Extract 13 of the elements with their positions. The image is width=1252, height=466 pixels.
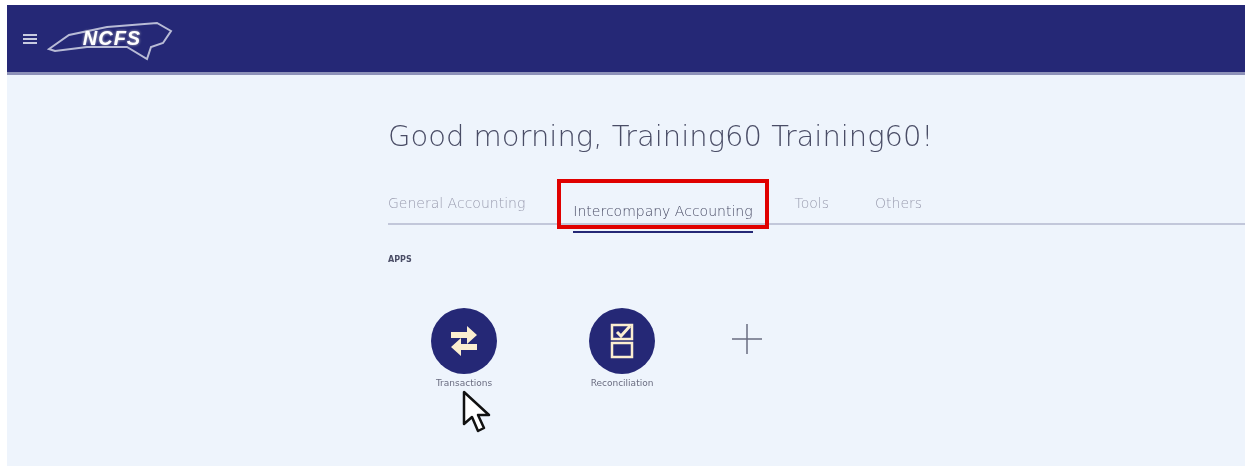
tab[interactable]: Intercompany Accounting [573,199,753,233]
tab[interactable]: Others [875,191,923,225]
app-label: Transactions [435,378,493,388]
tab[interactable]: Tools [794,191,830,225]
logo-text: NCFS [82,27,142,50]
checklist-icon [609,323,635,359]
section-title: APPS [388,255,413,264]
add-button[interactable] [730,322,764,356]
greeting-heading: Good morning, Training60 Training60! [388,119,935,153]
app-label: Reconciliation [590,378,654,388]
menu-icon[interactable] [23,32,37,45]
tab[interactable]: General Accounting [388,191,526,225]
mouse-pointer-icon [462,390,492,434]
